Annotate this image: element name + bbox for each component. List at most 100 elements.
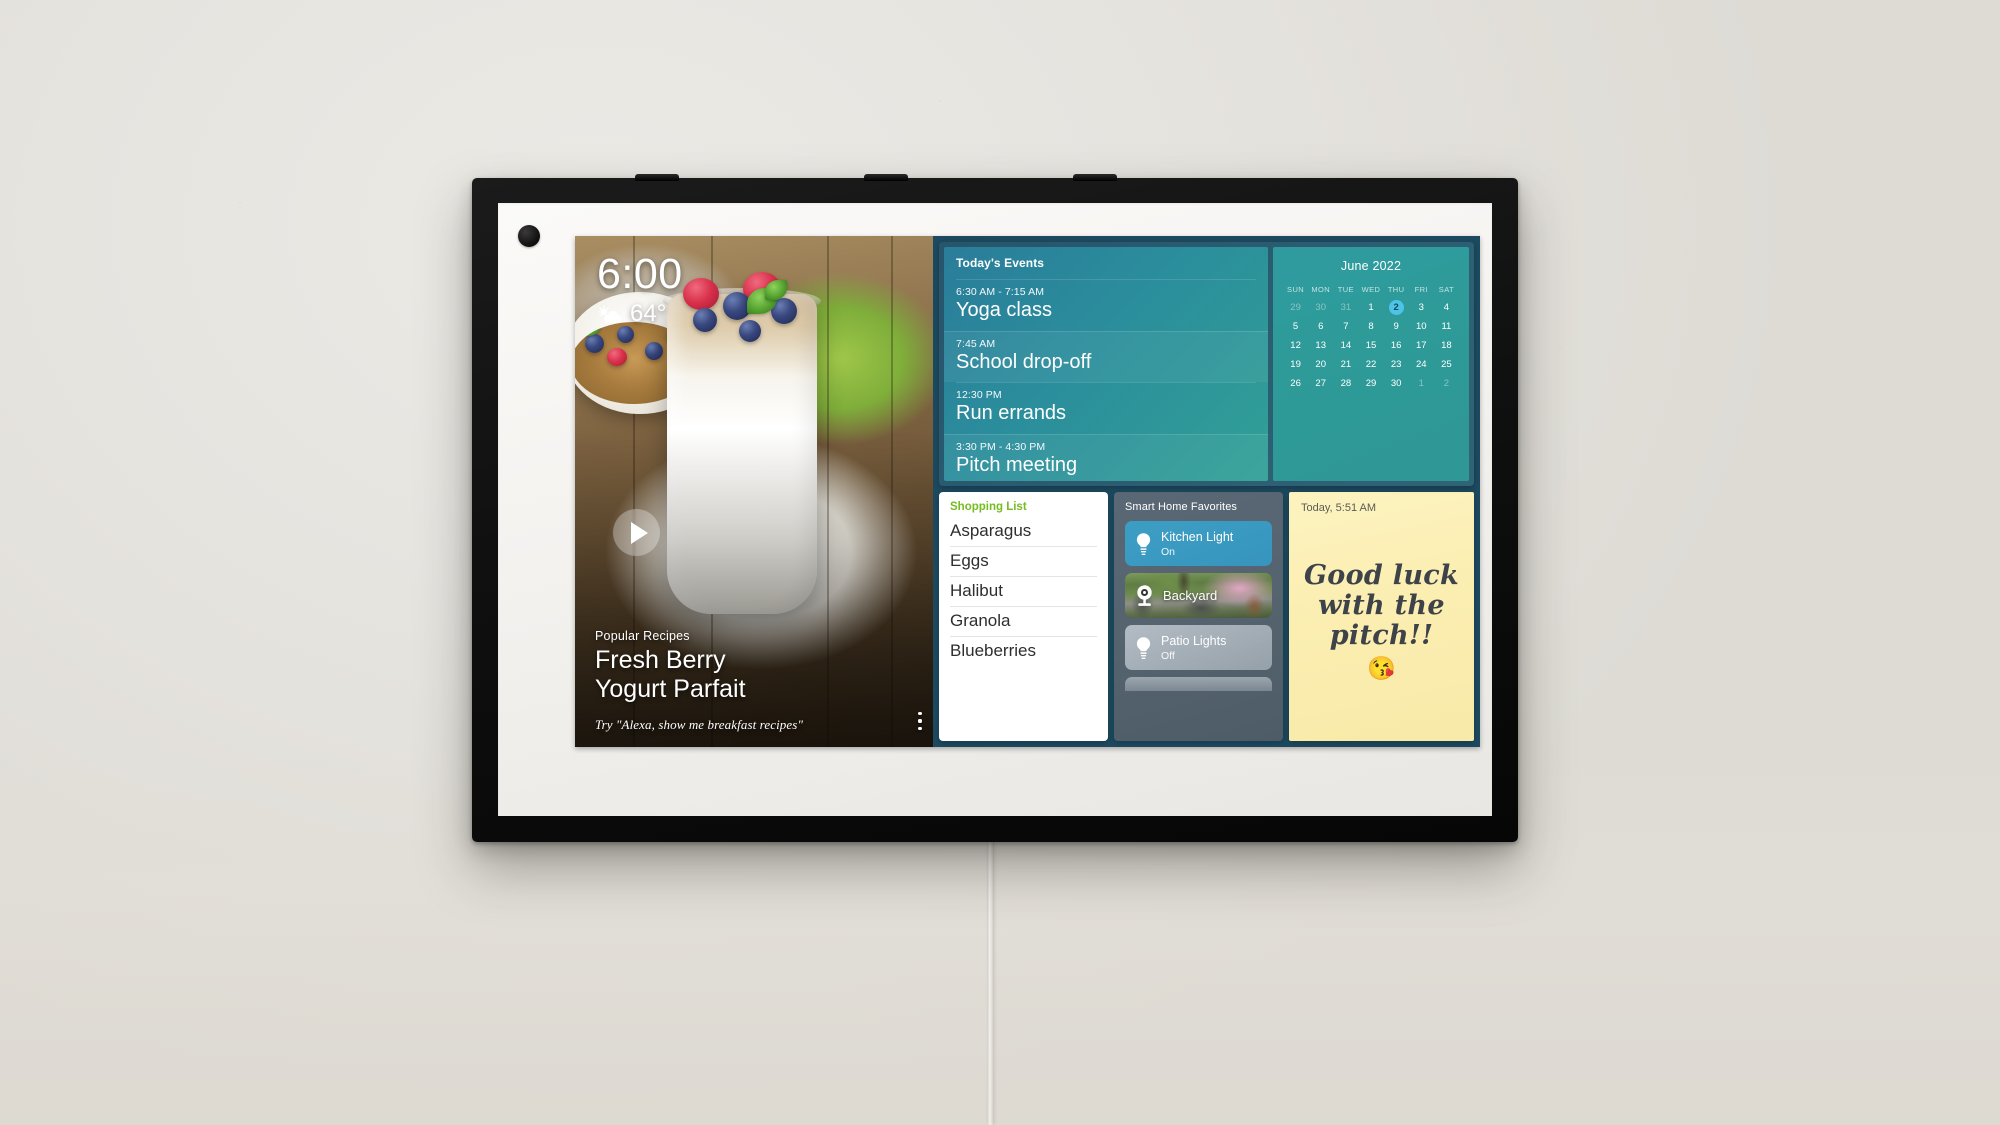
sticky-note-line1: Good luck	[1303, 560, 1460, 592]
calendar-day[interactable]: 22	[1358, 359, 1383, 370]
event-time: 7:45 AM	[956, 337, 996, 350]
device-button-volume-down[interactable]	[635, 174, 679, 181]
calendar-day[interactable]: 5	[1283, 321, 1308, 332]
weather-temperature: 64°	[630, 300, 667, 328]
todays-events-panel[interactable]: Today's Events 6:30 AM - 7:15 AM Yoga cl…	[944, 247, 1268, 481]
smart-display-device: 6:00 64° Popular Recipes Fresh Berry Yog…	[472, 174, 1518, 842]
play-icon	[630, 521, 648, 544]
sticky-note-line3: pitch!!	[1329, 619, 1434, 651]
calendar-day[interactable]: 28	[1333, 378, 1358, 389]
lightbulb-icon	[1136, 636, 1151, 659]
calendar-day[interactable]: 27	[1308, 378, 1333, 389]
calendar-day[interactable]: 24	[1409, 359, 1434, 370]
calendar-day[interactable]: 1	[1409, 378, 1434, 389]
device-button-mic-mute[interactable]	[1073, 174, 1117, 181]
list-item[interactable]: Eggs	[950, 547, 1097, 577]
smart-home-device-backyard-camera[interactable]: Backyard	[1125, 573, 1272, 618]
calendar-day[interactable]: 18	[1434, 340, 1459, 351]
smart-home-widget[interactable]: Smart Home Favorites Kitchen Light On Ba…	[1114, 492, 1283, 741]
calendar-day[interactable]: 12	[1283, 340, 1308, 351]
list-item[interactable]: Granola	[950, 607, 1097, 637]
calendar-weekday: SAT	[1438, 285, 1455, 294]
calendar-weekday: FRI	[1414, 285, 1428, 294]
calendar-day[interactable]: 2	[1434, 378, 1459, 389]
calendar-day[interactable]: 15	[1358, 340, 1383, 351]
calendar-day[interactable]: 21	[1333, 359, 1358, 370]
calendar-day[interactable]: 26	[1283, 378, 1308, 389]
sticky-note-text: Good luck with the pitch!!	[1304, 561, 1459, 650]
widget-column: Today's Events 6:30 AM - 7:15 AM Yoga cl…	[933, 236, 1480, 747]
recipe-title-line1: Fresh Berry	[595, 646, 726, 674]
calendar-day[interactable]: 30	[1384, 378, 1409, 389]
recipe-title: Fresh Berry Yogurt Parfait	[595, 646, 899, 703]
event-name: Pitch meeting	[956, 453, 1078, 476]
calendar-day[interactable]: 20	[1308, 359, 1333, 370]
calendar-day[interactable]: 10	[1409, 321, 1434, 332]
event-name: Yoga class	[956, 299, 1052, 321]
events-calendar-card: Today's Events 6:30 AM - 7:15 AM Yoga cl…	[939, 242, 1474, 486]
shopping-list-widget[interactable]: Shopping List Asparagus Eggs Halibut Gra…	[939, 492, 1108, 741]
calendar-day[interactable]: 14	[1333, 340, 1358, 351]
event-name: School drop-off	[956, 350, 1092, 373]
calendar-day[interactable]: 19	[1283, 359, 1308, 370]
device-state: On	[1161, 545, 1176, 558]
shopping-list-title: Shopping List	[950, 501, 1027, 513]
calendar-day[interactable]: 6	[1308, 321, 1333, 332]
clock-widget: 6:00 64°	[597, 252, 683, 328]
calendar-day[interactable]: 17	[1409, 340, 1434, 351]
device-name: Kitchen Light	[1161, 529, 1234, 544]
device-state: Off	[1161, 649, 1175, 662]
device-button-volume-up[interactable]	[864, 174, 908, 181]
more-vertical-icon[interactable]	[918, 712, 922, 730]
calendar-day[interactable]: 1	[1358, 302, 1383, 313]
calendar-day[interactable]: 29	[1283, 302, 1308, 313]
sticky-note-widget[interactable]: Today, 5:51 AM Good luck with the pitch!…	[1289, 492, 1474, 741]
recipe-kicker: Popular Recipes	[595, 629, 690, 643]
partly-sunny-icon	[597, 305, 622, 323]
calendar-day[interactable]: 25	[1434, 359, 1459, 370]
calendar-month-title: June 2022	[1340, 259, 1402, 273]
device-name: Patio Lights	[1161, 633, 1227, 648]
calendar-widget[interactable]: June 2022 SUN MON TUE WED THU FRI SAT 29 30 31 1 2 3…	[1273, 247, 1469, 481]
calendar-day[interactable]: 30	[1308, 302, 1333, 313]
event-item[interactable]: 3:30 PM - 4:30 PM Pitch meeting Tomorrow…	[944, 433, 1268, 481]
sticky-note-emoji: 😘	[1367, 654, 1396, 681]
smart-home-device-kitchen-light[interactable]: Kitchen Light On	[1125, 521, 1272, 566]
smart-home-device-patio-lights[interactable]: Patio Lights Off	[1125, 625, 1272, 670]
play-button[interactable]	[613, 509, 660, 556]
calendar-day[interactable]: 8	[1358, 321, 1383, 332]
camera-dot-icon	[518, 225, 540, 247]
recipe-title-line2: Yogurt Parfait	[595, 674, 746, 703]
list-item[interactable]: Blueberries	[950, 637, 1097, 666]
calendar-day[interactable]: 3	[1409, 302, 1434, 313]
power-cord	[987, 836, 994, 1125]
calendar-weekday: MON	[1311, 285, 1331, 294]
smart-home-device-next-partial[interactable]	[1125, 677, 1272, 691]
calendar-day[interactable]: 29	[1358, 378, 1383, 389]
device-name: Backyard	[1163, 587, 1218, 603]
event-item[interactable]: 6:30 AM - 7:15 AM Yoga class	[956, 279, 1256, 331]
calendar-weekday: WED	[1361, 285, 1381, 294]
calendar-day[interactable]: 7	[1333, 321, 1358, 332]
event-item[interactable]: 7:45 AM School drop-off	[944, 330, 1268, 383]
calendar-day[interactable]: 31	[1333, 302, 1358, 313]
recipe-card[interactable]: 6:00 64° Popular Recipes Fresh Berry Yog…	[575, 236, 933, 747]
events-title: Today's Events	[956, 256, 1045, 270]
list-item[interactable]: Asparagus	[950, 517, 1097, 547]
event-time: 3:30 PM - 4:30 PM	[956, 440, 1046, 453]
calendar-day[interactable]: 11	[1434, 321, 1459, 332]
calendar-day[interactable]: 4	[1434, 302, 1459, 313]
event-name: Run errands	[956, 402, 1067, 425]
calendar-day[interactable]: 13	[1308, 340, 1333, 351]
calendar-weekday: TUE	[1337, 285, 1354, 294]
recipe-text-block: Popular Recipes Fresh Berry Yogurt Parfa…	[595, 629, 899, 733]
calendar-day[interactable]: 23	[1384, 359, 1409, 370]
bottom-widget-row: Shopping List Asparagus Eggs Halibut Gra…	[933, 486, 1480, 747]
calendar-day[interactable]: 9	[1384, 321, 1409, 332]
event-time: 12:30 PM	[956, 389, 1002, 402]
list-item[interactable]: Halibut	[950, 577, 1097, 607]
event-item[interactable]: 12:30 PM Run errands	[956, 382, 1256, 434]
calendar-day-today[interactable]: 2	[1384, 300, 1409, 315]
event-time: 6:30 AM - 7:15 AM	[956, 286, 1045, 298]
calendar-day[interactable]: 16	[1384, 340, 1409, 351]
